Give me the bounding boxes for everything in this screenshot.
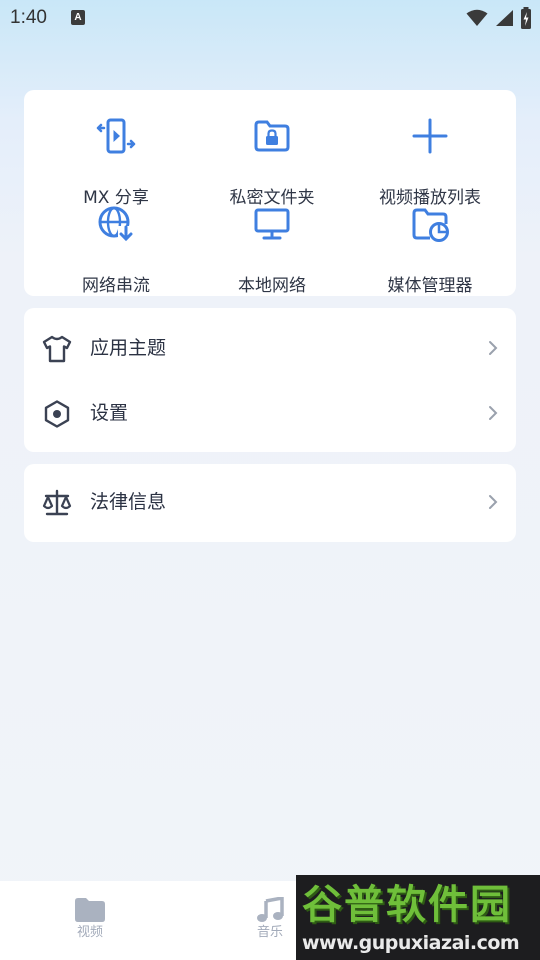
folder-icon xyxy=(50,897,130,923)
menu-item-legal[interactable]: 法律信息 xyxy=(24,470,516,534)
watermark-url: www.gupuxiazai.com xyxy=(302,932,520,954)
media-manager-label: 媒体管理器 xyxy=(387,276,473,296)
network-stream-button[interactable]: 网络串流 xyxy=(34,204,198,296)
local-network-label: 本地网络 xyxy=(238,276,306,296)
local-network-icon xyxy=(252,204,292,244)
status-bar: 1:40 A xyxy=(0,0,540,38)
watermark-logo-text: 谷普软件园 xyxy=(302,882,512,928)
signal-icon xyxy=(494,9,514,27)
plus-icon xyxy=(410,116,450,156)
watermark-overlay: 谷普软件园 www.gupuxiazai.com xyxy=(296,875,540,960)
menu-item-settings[interactable]: 设置 xyxy=(24,381,516,445)
menu-item-label: 设置 xyxy=(90,402,129,424)
menu-item-app-theme[interactable]: 应用主题 xyxy=(24,316,516,380)
private-folder-icon xyxy=(252,116,292,156)
theme-shirt-icon xyxy=(42,334,72,364)
battery-charging-icon xyxy=(520,7,532,29)
chevron-right-icon xyxy=(488,494,498,510)
network-stream-label: 网络串流 xyxy=(82,276,150,296)
nav-tab-label: 视频 xyxy=(76,925,103,940)
legal-card: 法律信息 xyxy=(24,464,516,542)
notification-badge: A xyxy=(71,10,85,25)
media-manager-button[interactable]: 媒体管理器 xyxy=(348,204,512,296)
menu-item-label: 法律信息 xyxy=(90,491,167,513)
mx-share-icon xyxy=(96,116,136,156)
wifi-icon xyxy=(466,9,488,27)
nav-tab-video[interactable]: 视频 xyxy=(50,897,130,947)
status-icons xyxy=(466,6,532,30)
settings-hex-icon xyxy=(42,399,72,429)
network-stream-icon xyxy=(96,204,136,244)
menu-item-label: 应用主题 xyxy=(90,337,167,359)
quick-actions-card: MX 分享 私密文件夹 视频播放列表 网络串流 本地网络 媒体管理器 xyxy=(24,90,516,296)
local-network-button[interactable]: 本地网络 xyxy=(190,204,354,296)
chevron-right-icon xyxy=(488,405,498,421)
media-manager-icon xyxy=(410,204,450,244)
private-folder-button[interactable]: 私密文件夹 xyxy=(190,116,354,208)
scale-icon xyxy=(42,488,72,518)
chevron-right-icon xyxy=(488,340,498,356)
settings-menu-card: 应用主题 设置 xyxy=(24,308,516,452)
video-playlist-button[interactable]: 视频播放列表 xyxy=(348,116,512,208)
status-time: 1:40 xyxy=(10,7,47,28)
mx-share-button[interactable]: MX 分享 xyxy=(34,116,198,208)
